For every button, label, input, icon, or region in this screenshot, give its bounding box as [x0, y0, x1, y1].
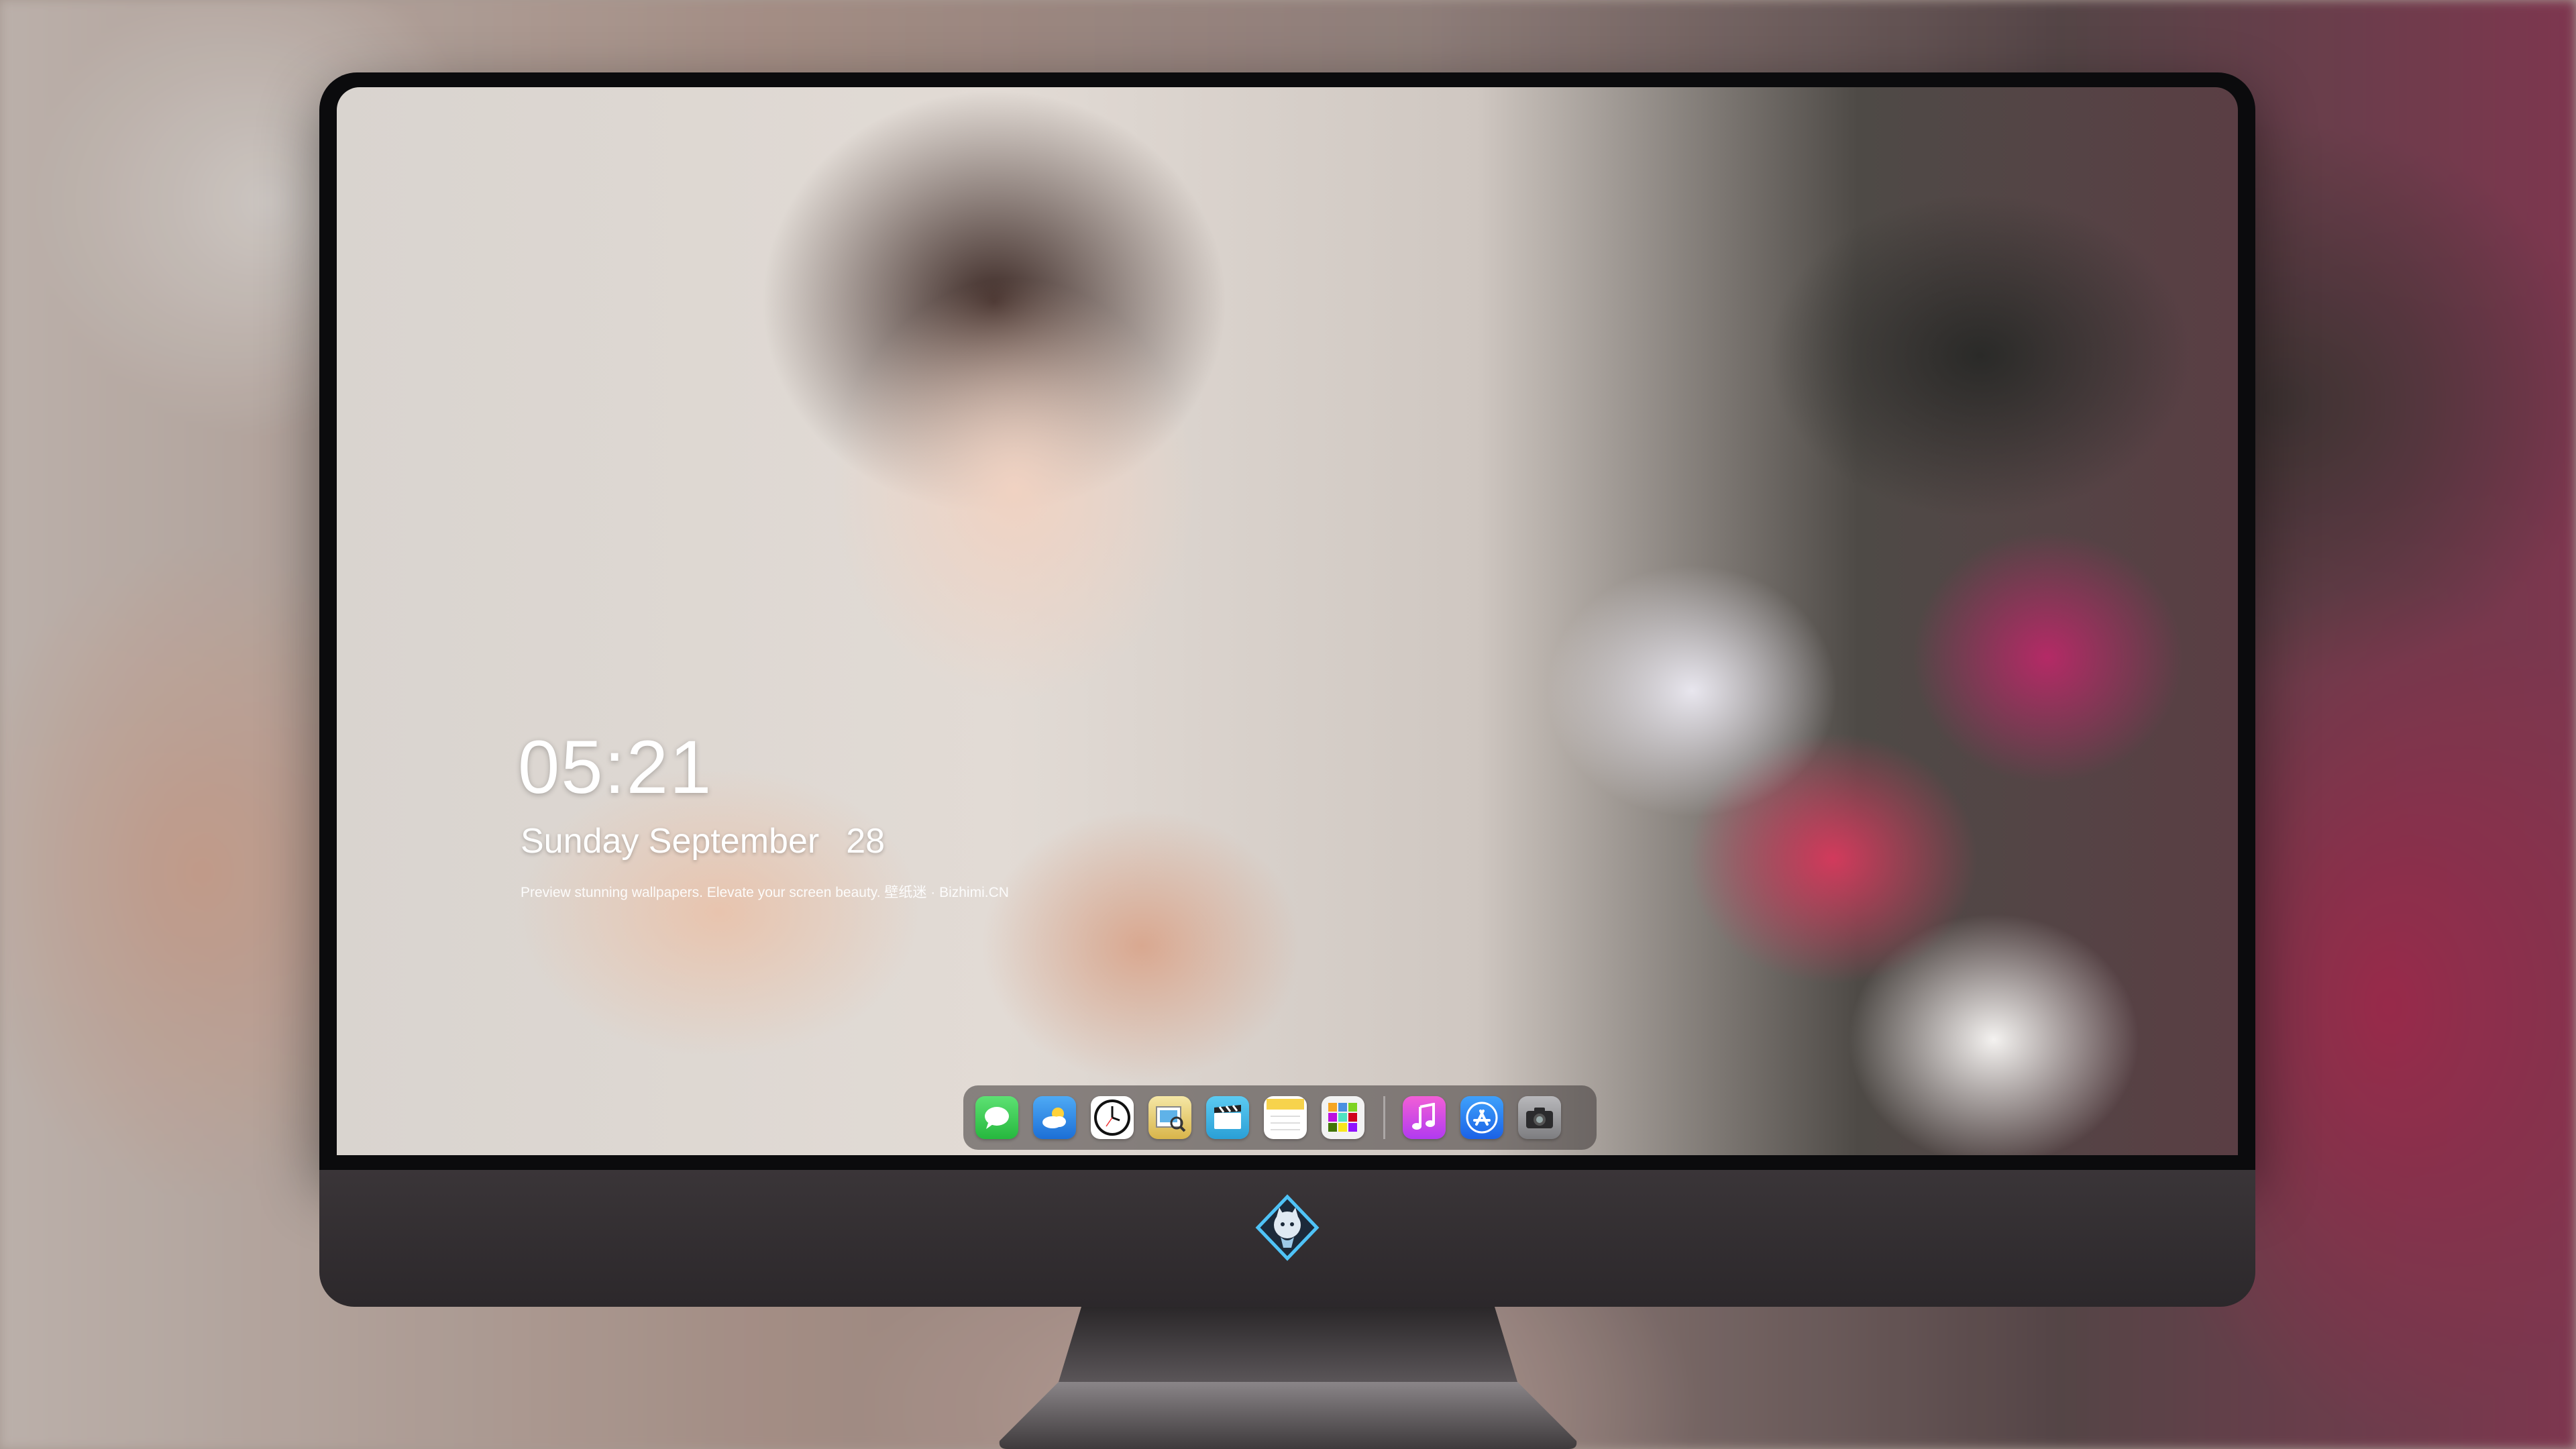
clock-app[interactable] — [1091, 1096, 1134, 1139]
photos-grid-icon — [1328, 1103, 1357, 1132]
weather-app[interactable] — [1033, 1096, 1076, 1139]
messages-icon — [985, 1107, 1009, 1129]
app-store-icon — [1466, 1102, 1498, 1134]
music-app[interactable] — [1403, 1096, 1446, 1139]
lock-screen[interactable]: 05:21 Sunday September 28 Preview stunnin… — [337, 87, 2238, 1155]
wallpaper-tagline: Preview stunning wallpapers. Elevate you… — [521, 885, 1009, 900]
lock-screen-date: Sunday September 28 — [521, 824, 885, 859]
camera-icon — [1526, 1108, 1553, 1128]
dock — [963, 1085, 1597, 1150]
monitor: 05:21 Sunday September 28 Preview stunnin… — [319, 72, 2255, 1307]
camera-app[interactable] — [1518, 1096, 1561, 1139]
lock-screen-clock: 05:21 — [518, 725, 713, 809]
preview-app[interactable] — [1148, 1096, 1191, 1139]
clips-app[interactable] — [1206, 1096, 1249, 1139]
monitor-stand — [999, 1307, 1577, 1449]
music-icon — [1412, 1103, 1435, 1130]
app-store-app[interactable] — [1460, 1096, 1503, 1139]
monitor-bezel: 05:21 Sunday September 28 Preview stunnin… — [319, 72, 2255, 1170]
photos-grid-app[interactable] — [1322, 1096, 1364, 1139]
clips-icon — [1214, 1105, 1241, 1129]
date-day: 28 — [846, 822, 885, 861]
monitor-chin — [319, 1170, 2255, 1307]
dock-divider — [1383, 1096, 1385, 1139]
clock-icon — [1094, 1099, 1130, 1136]
date-weekday-month: Sunday September — [521, 822, 820, 861]
weather-icon — [1042, 1108, 1066, 1128]
notes-app[interactable] — [1264, 1096, 1307, 1139]
preview-icon — [1156, 1106, 1186, 1132]
notes-icon — [1267, 1099, 1304, 1130]
brand-logo-icon — [1255, 1194, 1320, 1261]
messages-app[interactable] — [975, 1096, 1018, 1139]
